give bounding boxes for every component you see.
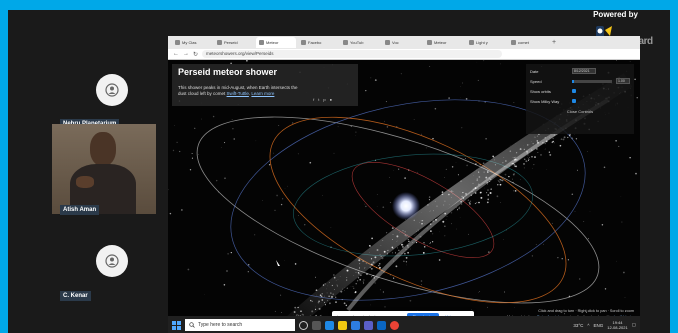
browser-tab[interactable]: Voc xyxy=(382,37,422,48)
info-panel: Perseid meteor shower This shower peaks … xyxy=(172,64,358,106)
url-field[interactable]: meteorshowers.org/view/Perseids xyxy=(202,50,503,58)
pinterest-icon[interactable]: p xyxy=(323,97,325,102)
powered-by-label: Powered by xyxy=(593,10,638,19)
show-milky-way-label: Show Milky Way xyxy=(530,98,560,104)
avatar xyxy=(96,74,128,106)
cortana-icon[interactable] xyxy=(299,320,308,330)
notifications-icon[interactable]: ▢ xyxy=(632,322,636,328)
tab-favicon-icon xyxy=(469,40,474,45)
share-icons: f t p ● xyxy=(313,97,332,102)
tab-label: My Clas xyxy=(182,40,197,45)
mouse-cursor xyxy=(276,260,280,266)
browser-tab[interactable]: comet xyxy=(508,37,548,48)
tab-label: Voc xyxy=(392,40,399,45)
taskbar-search[interactable]: Type here to search xyxy=(185,319,295,331)
clock-date: 12-08-2021 xyxy=(607,325,628,330)
reddit-icon[interactable]: ● xyxy=(330,97,332,102)
browser-tab[interactable]: Light y xyxy=(466,37,506,48)
page-title: Perseid meteor shower xyxy=(178,67,278,77)
tab-label: YouTub xyxy=(350,40,364,45)
swift-tuttle-link[interactable]: Swift-Tuttle xyxy=(227,91,249,96)
sun xyxy=(392,192,420,220)
participant-name: Atish Aman xyxy=(60,205,100,215)
system-tray: 33°C ^ ENG 19:44 12-08-2021 ▢ xyxy=(573,320,640,330)
tab-favicon-icon xyxy=(259,40,264,45)
meteor-visualization[interactable]: Perseid meteor shower This shower peaks … xyxy=(168,60,640,326)
store-icon[interactable] xyxy=(351,320,360,330)
clock[interactable]: 19:44 12-08-2021 xyxy=(607,320,627,330)
temperature[interactable]: 33°C xyxy=(573,323,583,328)
facebook-icon[interactable]: f xyxy=(313,97,314,102)
twitter-icon[interactable]: t xyxy=(318,97,319,102)
tab-label: Facebo xyxy=(308,40,322,45)
app-icon[interactable] xyxy=(377,320,386,330)
file-explorer-icon[interactable] xyxy=(338,320,347,330)
tab-favicon-icon xyxy=(301,40,306,45)
participant-name: C. Kenar xyxy=(60,291,91,301)
tab-label: Light y xyxy=(476,40,488,45)
browser-tab[interactable]: My Clas xyxy=(172,37,212,48)
user-icon xyxy=(105,83,119,97)
speed-value[interactable]: 1.00 xyxy=(616,78,630,84)
browser-tab[interactable]: Meteor xyxy=(256,37,296,48)
close-controls-button[interactable]: Close Controls xyxy=(530,109,630,114)
tab-label: Meteor xyxy=(266,40,279,45)
task-view-icon[interactable] xyxy=(312,320,321,330)
new-tab-icon[interactable]: + xyxy=(552,39,556,46)
tray-chevron-icon[interactable]: ^ xyxy=(587,323,589,328)
reload-icon[interactable]: ↻ xyxy=(193,51,198,58)
avatar xyxy=(96,245,128,277)
date-label: Date xyxy=(530,68,539,74)
speed-label: Speed xyxy=(530,78,542,84)
user-icon xyxy=(105,254,119,268)
show-orbits-checkbox[interactable] xyxy=(572,89,576,93)
back-icon[interactable]: ← xyxy=(173,51,179,57)
chrome-icon[interactable] xyxy=(390,320,399,330)
language[interactable]: ENG xyxy=(594,323,604,328)
date-input[interactable]: 8/12/2021 xyxy=(572,68,596,74)
participant-camera xyxy=(52,124,156,214)
browser-tab[interactable]: Facebo xyxy=(298,37,338,48)
show-milky-way-checkbox[interactable] xyxy=(572,99,576,103)
tab-label: comet xyxy=(518,40,529,45)
learn-more-link[interactable]: Learn more xyxy=(251,91,274,96)
windows-taskbar: Type here to search 33°C ^ ENG 19:44 12-… xyxy=(168,316,640,333)
tab-favicon-icon xyxy=(217,40,222,45)
edge-icon[interactable] xyxy=(325,320,334,330)
address-bar: ← → ↻ meteorshowers.org/view/Perseids xyxy=(168,49,640,60)
search-placeholder: Type here to search xyxy=(198,322,243,328)
windows-start-icon[interactable] xyxy=(172,320,181,330)
speed-slider[interactable] xyxy=(572,79,612,83)
show-orbits-label: Show orbits xyxy=(530,88,551,94)
tab-label: Meteor xyxy=(434,40,447,45)
forward-icon[interactable]: → xyxy=(183,51,189,57)
search-icon xyxy=(189,322,195,328)
controls-panel: Date 8/12/2021 Speed 1.00 Show orbits Show… xyxy=(526,64,634,134)
description: This shower peaks in mid-August, when Ea… xyxy=(178,85,298,96)
teams-icon[interactable] xyxy=(364,320,373,330)
tab-favicon-icon xyxy=(175,40,180,45)
tab-favicon-icon xyxy=(427,40,432,45)
tab-favicon-icon xyxy=(343,40,348,45)
browser-tab[interactable]: YouTub xyxy=(340,37,380,48)
tab-favicon-icon xyxy=(385,40,390,45)
browser-tab[interactable]: Meteor xyxy=(424,37,464,48)
tab-bar: My Clas Perseid Meteor Facebo YouTub Voc Meteo… xyxy=(168,36,640,49)
tab-favicon-icon xyxy=(511,40,516,45)
shared-screen-browser: My Clas Perseid Meteor Facebo YouTub Voc Meteo… xyxy=(168,36,640,333)
tab-label: Perseid xyxy=(224,40,238,45)
browser-tab[interactable]: Perseid xyxy=(214,37,254,48)
